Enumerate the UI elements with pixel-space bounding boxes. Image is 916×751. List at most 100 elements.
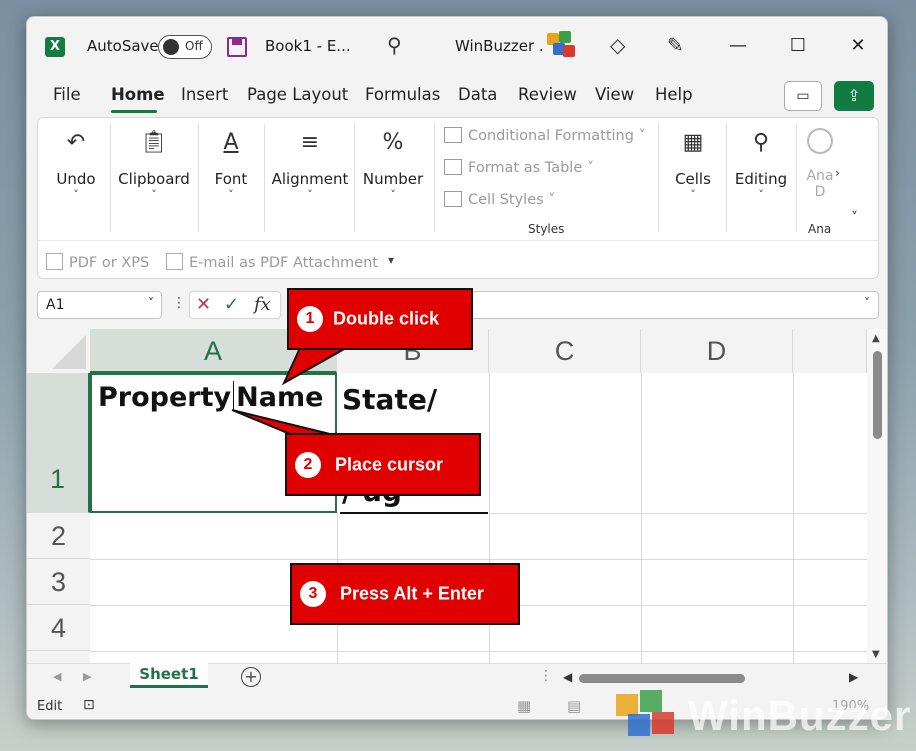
row-header-4[interactable]: 4 [27,605,90,651]
watermark-logo-icon [628,714,650,736]
undo-group[interactable]: ↶ Undo ˅ [48,118,104,238]
scroll-right-icon[interactable]: ▶ [849,670,858,684]
enter-icon[interactable]: ✓ [224,294,239,315]
scroll-left-icon[interactable]: ◀ [563,670,572,684]
styles-group-label: Styles [528,222,565,236]
tab-data[interactable]: Data [458,85,497,104]
alignment-label: Alignment [271,170,349,188]
avatar[interactable] [545,31,575,61]
sheet-tab-sheet1[interactable]: Sheet1 [130,662,208,688]
row-header-2[interactable]: 2 [27,513,90,559]
autosave-label: AutoSave [87,37,159,55]
tab-page-layout[interactable]: Page Layout [247,85,348,104]
tab-help[interactable]: Help [655,85,693,104]
conditional-formatting-icon [444,127,462,143]
account-name[interactable]: WinBuzzer . [455,37,544,55]
normal-view-icon[interactable]: ▦ [517,697,531,715]
cancel-icon[interactable]: ✕ [196,294,211,315]
tab-insert[interactable]: Insert [181,85,228,104]
page-layout-view-icon[interactable]: ▤ [567,697,581,715]
insert-function-icon[interactable]: fx [254,294,271,315]
divider [110,124,111,232]
editing-group[interactable]: ⚲ Editing ˅ [730,118,792,238]
diamond-icon[interactable]: ◇ [610,33,625,57]
tab-view[interactable]: View [595,85,634,104]
chevron-down-icon: ˅ [864,296,870,310]
number-label: Number [362,170,424,188]
share-button[interactable]: ⇪ [834,81,874,111]
cell-styles-icon [444,191,462,207]
alignment-icon: ≡ [300,130,320,155]
pdf-xps-label: PDF or XPS [69,255,150,271]
alignment-group[interactable]: ≡ Alignment ˅ [268,118,352,238]
close-button[interactable]: ✕ [843,31,873,61]
callout-text: Place cursor [335,454,444,474]
scrollbar-thumb[interactable] [873,351,882,439]
pen-icon[interactable]: ✎ [667,33,684,57]
scroll-up-icon[interactable]: ▲ [872,333,880,344]
horizontal-scrollbar-thumb[interactable] [579,674,745,683]
undo-icon: ↶ [66,130,86,155]
autosave-state: Off [185,39,203,53]
name-box-value: A1 [46,297,65,313]
watermark-logo-icon [652,712,674,734]
vertical-scrollbar[interactable]: ▲ ▼ [867,329,887,665]
row-header-3[interactable]: 3 [27,559,90,605]
maximize-button[interactable]: ☐ [783,31,813,61]
chevron-down-icon: ˅ [390,188,396,201]
conditional-formatting-button[interactable]: Conditional Formatting ˅ [444,127,646,144]
cell-styles-button[interactable]: Cell Styles ˅ [444,191,556,208]
tab-formulas[interactable]: Formulas [365,85,440,104]
select-all-button[interactable] [27,329,90,373]
more-icon[interactable]: ⋮ [172,295,186,311]
analyze-label-bottom: D [814,184,826,200]
minimize-button[interactable]: — [723,31,753,61]
format-as-table-button[interactable]: Format as Table ˅ [444,159,594,176]
quick-access-toolbar: PDF or XPS E-mail as PDF Attachment ▾ [38,240,878,278]
tab-file[interactable]: File [53,85,81,104]
clipboard-label: Clipboard [118,170,190,188]
callout-number: 1 [297,306,323,332]
save-icon[interactable] [227,37,247,57]
split-handle-icon[interactable]: ⋮ [539,668,553,684]
comments-button[interactable]: ▭ [784,81,822,111]
title-bar: X AutoSave Off Book1 - E... ⚲ WinBuzzer … [27,17,887,75]
row-header-1[interactable]: 1 [27,373,90,513]
gridline [90,651,867,652]
callout-double-click: 1 Double click [287,288,473,350]
toggle-knob [163,39,179,55]
search-icon[interactable]: ⚲ [387,33,402,57]
column-header-e[interactable] [793,329,867,373]
font-group[interactable]: A Font ˅ [202,118,260,238]
prev-sheet-icon[interactable]: ◀ [53,670,61,683]
chevron-right-icon[interactable]: › [835,166,840,180]
column-header-d[interactable]: D [641,329,793,373]
number-group[interactable]: % Number ˅ [358,118,428,238]
book-title[interactable]: Book1 - E... [265,37,351,55]
add-sheet-button[interactable]: + [241,667,261,687]
gridline [641,373,642,665]
ribbon-expand-icon[interactable]: ˅ [851,210,858,226]
customize-toolbar-icon[interactable]: ▾ [388,253,394,267]
clipboard-group[interactable]: 📋︎ Clipboard ˅ [114,118,194,238]
cells-label: Cells [675,170,711,188]
tab-review[interactable]: Review [518,85,577,104]
name-box[interactable]: A1 ˅ [37,291,162,319]
analysis-group-label: Ana [808,222,832,236]
percent-icon: % [382,130,404,155]
tab-home[interactable]: Home [111,85,165,104]
editing-label: Editing [734,170,788,188]
cell-styles-label: Cell Styles ˅ [468,192,556,208]
scroll-down-icon[interactable]: ▼ [872,649,880,660]
autosave-toggle[interactable]: Off [158,35,212,59]
column-header-c[interactable]: C [489,329,641,373]
accessibility-icon[interactable]: ⊡ [83,697,95,713]
cell-b1-line1: State/ [342,383,438,416]
analyze-data-button[interactable]: Ana D [805,128,835,200]
next-sheet-icon[interactable]: ▶ [83,670,91,683]
cells-group[interactable]: ▦ Cells ˅ [662,118,724,238]
email-pdf-button[interactable]: E-mail as PDF Attachment [166,253,378,271]
format-as-table-label: Format as Table ˅ [468,160,595,176]
cell-a1-text-part2: Name [236,382,324,413]
pdf-xps-button[interactable]: PDF or XPS [46,253,149,271]
